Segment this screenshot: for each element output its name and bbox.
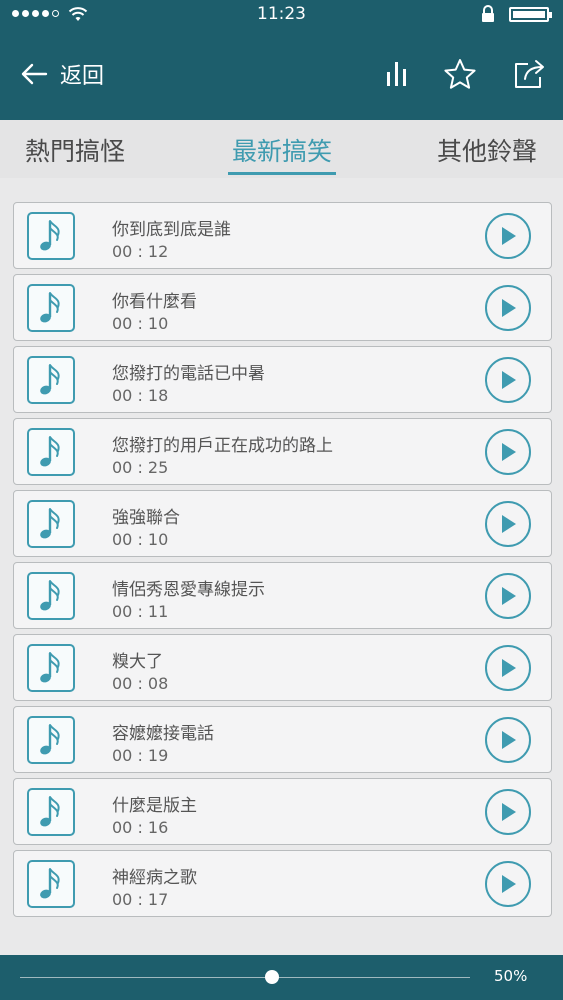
music-note-icon (27, 788, 75, 836)
header-bar: 返回 (0, 28, 563, 120)
ringtone-duration: 00 : 12 (112, 242, 169, 261)
ringtone-title: 什麼是版主 (112, 796, 197, 816)
list-item[interactable]: 您撥打的用戶正在成功的路上 00 : 25 (13, 418, 552, 485)
play-icon (502, 443, 516, 461)
list-item[interactable]: 容嬤嬤接電話 00 : 19 (13, 706, 552, 773)
tab-other[interactable]: 其他鈴聲 (437, 132, 537, 168)
ringtone-title: 容嬤嬤接電話 (112, 724, 214, 744)
ringtone-title: 您撥打的電話已中暑 (112, 364, 265, 384)
star-icon (444, 59, 476, 89)
list-item[interactable]: 神經病之歌 00 : 17 (13, 850, 552, 917)
ringtone-duration: 00 : 17 (112, 890, 169, 909)
battery-icon (509, 7, 552, 22)
list-item[interactable]: 您撥打的電話已中暑 00 : 18 (13, 346, 552, 413)
back-button[interactable]: 返回 (20, 58, 104, 90)
ringtone-duration: 00 : 11 (112, 602, 169, 621)
play-button[interactable] (485, 429, 531, 475)
ringtone-title: 糗大了 (112, 652, 163, 672)
volume-slider-track[interactable] (20, 977, 470, 978)
music-note-icon (27, 572, 75, 620)
play-icon (502, 803, 516, 821)
ringtone-title: 您撥打的用戶正在成功的路上 (112, 436, 333, 456)
music-note-icon (27, 428, 75, 476)
equalizer-button[interactable] (377, 54, 417, 94)
play-button[interactable] (485, 501, 531, 547)
play-button[interactable] (485, 573, 531, 619)
play-icon (502, 875, 516, 893)
volume-slider-thumb[interactable] (265, 970, 279, 984)
play-icon (502, 227, 516, 245)
share-button[interactable] (510, 54, 550, 94)
play-icon (502, 659, 516, 677)
music-note-icon (27, 860, 75, 908)
lock-icon (482, 5, 494, 22)
music-note-icon (27, 716, 75, 764)
volume-bar: 50% (0, 955, 563, 1000)
music-note-icon (27, 644, 75, 692)
play-button[interactable] (485, 861, 531, 907)
play-icon (502, 299, 516, 317)
active-tab-indicator (228, 172, 336, 175)
music-note-icon (27, 212, 75, 260)
list-item[interactable]: 你看什麼看 00 : 10 (13, 274, 552, 341)
status-bar: 11:23 (0, 0, 563, 28)
ringtone-duration: 00 : 19 (112, 746, 169, 765)
play-icon (502, 515, 516, 533)
back-arrow-icon (21, 63, 48, 85)
play-button[interactable] (485, 285, 531, 331)
back-label: 返回 (60, 64, 105, 89)
play-icon (502, 587, 516, 605)
play-button[interactable] (485, 357, 531, 403)
ringtone-duration: 00 : 10 (112, 530, 169, 549)
ringtone-duration: 00 : 08 (112, 674, 169, 693)
ringtone-title: 神經病之歌 (112, 868, 197, 888)
music-note-icon (27, 500, 75, 548)
ringtone-title: 你看什麼看 (112, 292, 197, 312)
ringtone-duration: 00 : 10 (112, 314, 169, 333)
status-time: 11:23 (257, 4, 306, 24)
ringtone-title: 情侶秀恩愛專線提示 (112, 580, 265, 600)
volume-percent: 50% (494, 967, 528, 985)
list-item[interactable]: 你到底到底是誰 00 : 12 (13, 202, 552, 269)
play-icon (502, 731, 516, 749)
play-icon (502, 371, 516, 389)
list-item[interactable]: 強強聯合 00 : 10 (13, 490, 552, 557)
equalizer-icon (387, 62, 406, 86)
list-item[interactable]: 什麼是版主 00 : 16 (13, 778, 552, 845)
category-tabs: 熱門搞怪 最新搞笑 其他鈴聲 (0, 120, 563, 178)
play-button[interactable] (485, 213, 531, 259)
play-button[interactable] (485, 717, 531, 763)
ringtone-title: 強強聯合 (112, 508, 180, 528)
tab-latest[interactable]: 最新搞笑 (232, 132, 332, 168)
ringtone-title: 你到底到底是誰 (112, 220, 231, 240)
favorite-button[interactable] (440, 54, 480, 94)
list-item[interactable]: 糗大了 00 : 08 (13, 634, 552, 701)
tab-popular[interactable]: 熱門搞怪 (25, 132, 125, 168)
play-button[interactable] (485, 789, 531, 835)
music-note-icon (27, 356, 75, 404)
play-button[interactable] (485, 645, 531, 691)
list-item[interactable]: 情侶秀恩愛專線提示 00 : 11 (13, 562, 552, 629)
music-note-icon (27, 284, 75, 332)
ringtone-duration: 00 : 18 (112, 386, 169, 405)
ringtone-duration: 00 : 25 (112, 458, 169, 477)
ringtone-duration: 00 : 16 (112, 818, 169, 837)
ringtone-list: 你到底到底是誰 00 : 12 你看什麼看 00 : 10 您撥打的電話已中暑 … (13, 202, 552, 922)
share-icon (515, 60, 544, 88)
